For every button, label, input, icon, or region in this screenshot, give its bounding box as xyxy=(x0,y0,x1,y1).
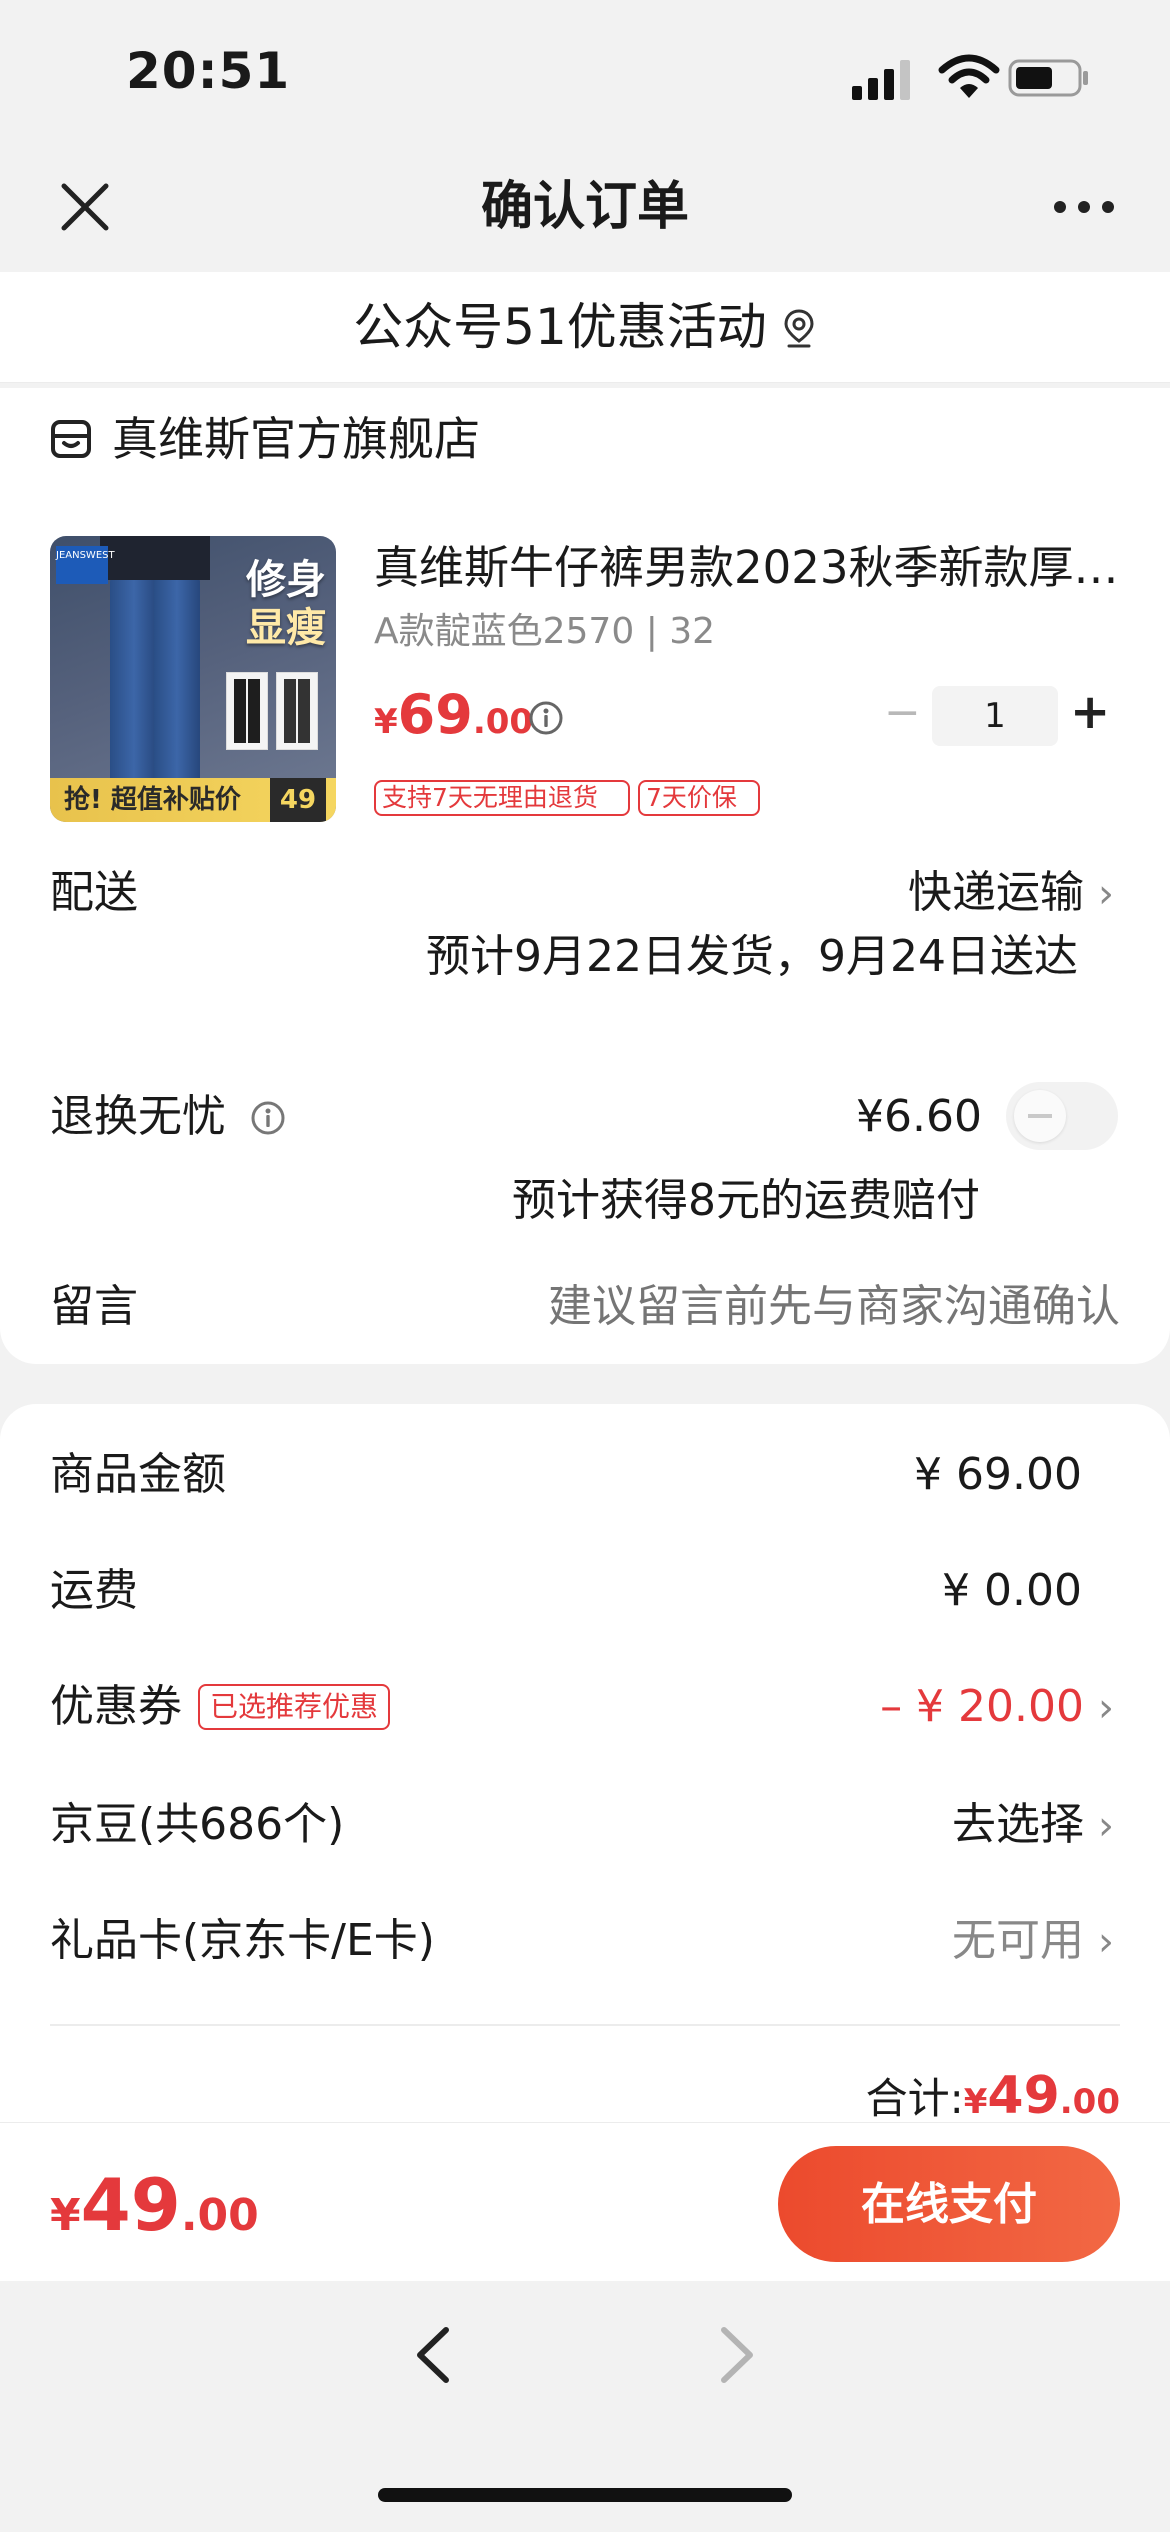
promo-banner[interactable]: 公众号51优惠活动 xyxy=(0,272,1170,383)
goods-amount-label: 商品金额 xyxy=(50,1449,226,1500)
coupon-selected-tag: 已选推荐优惠 xyxy=(198,1684,391,1730)
wifi-icon xyxy=(938,54,1000,98)
product-title[interactable]: 真维斯牛仔裤男款2023秋季新款厚… xyxy=(374,538,1120,598)
summary-card xyxy=(0,1404,1170,2124)
quantity-input[interactable]: 1 xyxy=(932,686,1058,746)
delivery-method[interactable]: 快递运输 › xyxy=(908,862,1114,925)
status-time: 20:51 xyxy=(126,42,291,100)
location-pin-icon xyxy=(784,309,814,348)
freight-value: ¥ 0.00 xyxy=(942,1565,1082,1616)
info-icon[interactable] xyxy=(528,700,564,736)
quantity-decrease-button[interactable]: − xyxy=(884,691,921,735)
return-policy-tag: 支持7天无理由退货 xyxy=(374,780,630,816)
delivery-estimate: 预计9月22日发货，9月24日送达 xyxy=(426,931,1078,982)
coupon-row[interactable]: – ¥ 20.00 › xyxy=(880,1676,1114,1739)
total-price: ¥49.00 xyxy=(50,2163,259,2247)
product-image[interactable]: JEANSWEST 修身 显瘦 抢! 超值补贴价 49 xyxy=(50,536,336,822)
return-service-price: ¥6.60 xyxy=(856,1091,982,1142)
image-slogan: 修身 显瘦 xyxy=(246,557,326,651)
chevron-right-icon: › xyxy=(1098,1803,1114,1849)
return-service-note: 预计获得8元的运费赔付 xyxy=(512,1175,980,1226)
freight-label: 运费 xyxy=(50,1565,138,1616)
delivery-label: 配送 xyxy=(50,867,138,918)
pay-online-button[interactable]: 在线支付 xyxy=(778,2146,1120,2262)
page-title: 确认订单 xyxy=(480,177,689,237)
return-service-toggle[interactable] xyxy=(1006,1082,1118,1150)
store-icon xyxy=(51,420,91,458)
gift-card-label: 礼品卡(京东卡/E卡) xyxy=(50,1915,435,1966)
jd-beans-label: 京豆(共686个) xyxy=(50,1799,345,1850)
back-chevron-icon[interactable] xyxy=(404,2322,464,2388)
image-price: 49 xyxy=(270,778,326,822)
more-icon[interactable] xyxy=(1052,190,1116,224)
brand-logo: JEANSWEST xyxy=(56,546,115,584)
quantity-increase-button[interactable]: + xyxy=(1070,688,1110,736)
promo-text: 公众号51优惠活动 xyxy=(353,298,767,356)
price-protection-tag: 7天价保 xyxy=(638,780,760,816)
gift-card-select[interactable]: 无可用 › xyxy=(952,1910,1114,1973)
home-indicator[interactable] xyxy=(378,2488,792,2502)
store-name[interactable]: 真维斯官方旗舰店 xyxy=(112,408,480,470)
cellular-signal-icon xyxy=(852,60,910,100)
chevron-right-icon: › xyxy=(1098,1919,1114,1965)
close-icon[interactable] xyxy=(52,174,118,240)
product-price: ¥69.00 xyxy=(374,683,534,746)
chevron-right-icon: › xyxy=(1098,871,1114,917)
message-label: 留言 xyxy=(50,1281,138,1332)
goods-amount-value: ¥ 69.00 xyxy=(914,1449,1082,1500)
battery-icon xyxy=(1008,59,1088,97)
chevron-right-icon: › xyxy=(1098,1685,1114,1731)
divider xyxy=(50,2024,1120,2026)
coupon-label: 优惠券 xyxy=(50,1681,182,1732)
info-icon[interactable] xyxy=(250,1100,286,1136)
product-variant[interactable]: A款靛蓝色2570 | 32 xyxy=(374,606,715,658)
jd-beans-select[interactable]: 去选择 › xyxy=(952,1794,1114,1857)
return-service-label: 退换无忧 xyxy=(50,1091,226,1142)
forward-chevron-icon[interactable] xyxy=(706,2322,766,2388)
message-input[interactable] xyxy=(420,1276,1120,1338)
